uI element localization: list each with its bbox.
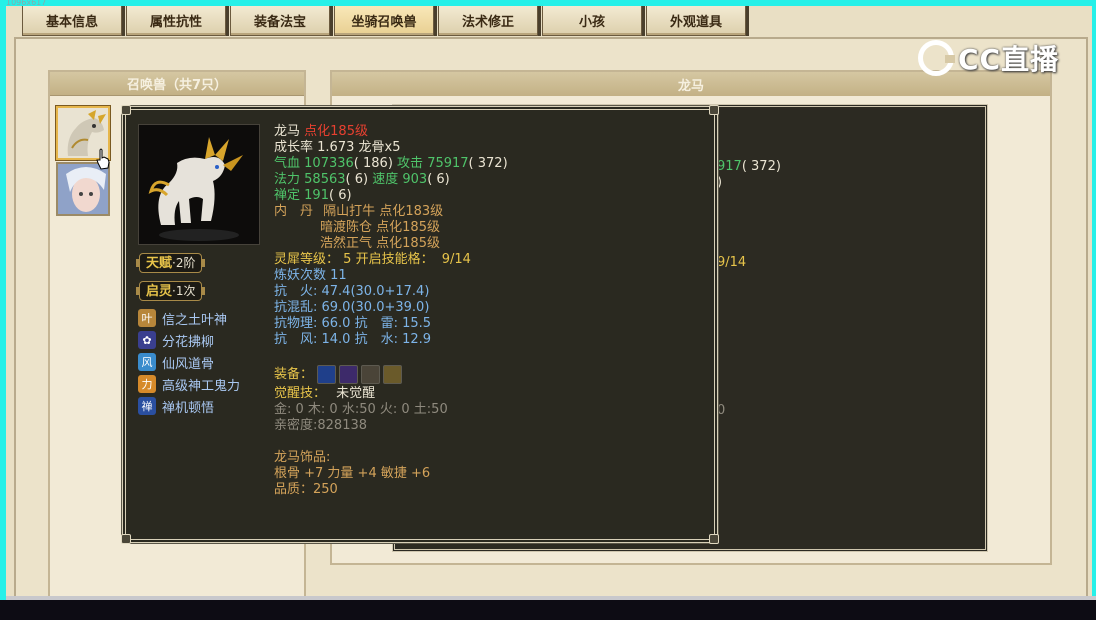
- quality-line: 品质：250: [274, 482, 338, 497]
- open-skill-value: 9/14: [441, 252, 471, 267]
- resist-chaos: 抗混乱: 69.0(30.0+39.0): [274, 300, 430, 315]
- tab-equipment[interactable]: 装备法宝: [230, 6, 330, 36]
- bracer-icon[interactable]: [361, 365, 381, 384]
- talent-tag: 天赋·2阶: [135, 252, 206, 274]
- awaken-line: 觉醒技： 未觉醒: [274, 386, 376, 401]
- divine-force-icon: 力: [138, 375, 156, 393]
- growth-value: 1.673: [317, 140, 355, 155]
- pet-level: 点化185级: [304, 124, 368, 139]
- tooltip-corner: [709, 105, 719, 115]
- hand-cursor-icon: [96, 148, 110, 170]
- bottom-video-strip: [0, 600, 1096, 620]
- attack-value-fragment: 917: [717, 159, 742, 174]
- dragon-bone: 龙骨x5: [358, 140, 401, 155]
- pet-list-title: 召唤兽（共7只）: [50, 72, 304, 96]
- refine-value: 11: [330, 268, 347, 283]
- awaken-value: 未觉醒: [336, 386, 376, 401]
- pet-skill-item[interactable]: 禅 禅机顿悟: [138, 396, 214, 416]
- tab-mounts-pets[interactable]: 坐骑召唤兽: [334, 6, 434, 36]
- ornament-label: 龙马饰品:: [274, 450, 331, 465]
- pet-thumb-spirit-girl[interactable]: [56, 162, 110, 216]
- zen-line: 禅定 191( 6): [274, 188, 352, 203]
- petal-icon: ✿: [138, 331, 156, 349]
- resist-fire: 抗 火: 47.4(30.0+17.4): [274, 284, 430, 299]
- attack-paren-fragment: ( 372): [741, 159, 781, 174]
- growth-line: 成长率 1.673 龙骨x5: [274, 140, 401, 155]
- neidan-line: 内 丹 隔山打牛 点化183级: [274, 204, 444, 219]
- tooltip-corner: [121, 534, 131, 544]
- pet-name: 龙马: [274, 124, 301, 139]
- collar-icon[interactable]: [317, 365, 337, 384]
- wind-bone-icon: 风: [138, 353, 156, 371]
- tab-attributes[interactable]: 属性抗性: [126, 6, 226, 36]
- pet-portrait: [138, 124, 260, 245]
- resist-physical: 抗物理: 66.0 抗 雷: 15.5: [274, 316, 432, 331]
- tab-basic-info[interactable]: 基本信息: [22, 6, 122, 36]
- pet-skill-item[interactable]: 叶 信之土叶神: [138, 308, 227, 328]
- mp-value: 58563: [304, 172, 346, 187]
- pet-skill-item[interactable]: 风 仙风道骨: [138, 352, 214, 372]
- pet-stats: 龙马 点化185级 成长率 1.673 龙骨x5 气血 107336( 186)…: [274, 124, 714, 498]
- neidan-line: 浩然正气 点化185级: [320, 236, 440, 251]
- window-right-border: [1092, 0, 1096, 600]
- tab-appearance[interactable]: 外观道具: [646, 6, 746, 36]
- leaf-spirit-icon: 叶: [138, 309, 156, 327]
- atk-value: 75917: [427, 156, 469, 171]
- lingxi-line: 灵犀等级： 5 开启技能格： 9/14: [274, 252, 471, 267]
- armor-icon[interactable]: [339, 365, 359, 384]
- zen-icon: 禅: [138, 397, 156, 415]
- ornament-icon[interactable]: [383, 365, 403, 384]
- refine-line: 炼妖次数 11: [274, 268, 347, 283]
- skill-count-fragment: 9/14: [717, 255, 747, 270]
- pet-skill-item[interactable]: ✿ 分花拂柳: [138, 330, 214, 350]
- window-left-border: [0, 0, 6, 600]
- tab-spell-mods[interactable]: 法术修正: [438, 6, 538, 36]
- tooltip-corner: [709, 534, 719, 544]
- hp-atk-line: 气血 107336( 186) 攻击 75917( 372): [274, 156, 508, 171]
- ornament-stats: 根骨 +7 力量 +4 敏捷 +6: [274, 466, 431, 481]
- resist-wind: 抗 风: 14.0 抗 水: 12.9: [274, 332, 432, 347]
- cc-logo-icon: [918, 40, 955, 76]
- mp-spd-line: 法力 58563( 6) 速度 903( 6): [274, 172, 450, 187]
- cc-live-watermark: CC直播: [918, 38, 1059, 78]
- tab-child[interactable]: 小孩: [542, 6, 642, 36]
- equip-line: 装备：: [274, 364, 714, 386]
- digit-fragment: 0: [717, 403, 726, 418]
- neidan-line: 暗渡陈仓 点化185级: [320, 220, 440, 235]
- intimacy-line: 亲密度:828138: [274, 418, 368, 433]
- tab-bar: 基本信息 属性抗性 装备法宝 坐骑召唤兽 法术修正 小孩 外观道具: [22, 6, 750, 36]
- zen-value: 191: [304, 188, 329, 203]
- qiling-tag: 启灵·1次: [135, 280, 206, 302]
- elements-line: 金: 0 木: 0 水:50 火: 0 土:50: [274, 402, 448, 417]
- pet-skill-item[interactable]: 力 高级神工鬼力: [138, 374, 240, 394]
- name-line: 龙马 点化185级: [274, 124, 714, 140]
- spd-value: 903: [402, 172, 428, 187]
- tooltip-corner: [121, 105, 131, 115]
- pet-tooltip: 天赋·2阶 启灵·1次 叶 信之土叶神 ✿ 分花拂柳 风 仙风道骨 力 高级神工…: [121, 105, 719, 544]
- lingxi-value: 5: [343, 252, 352, 267]
- hp-value: 107336: [304, 156, 354, 171]
